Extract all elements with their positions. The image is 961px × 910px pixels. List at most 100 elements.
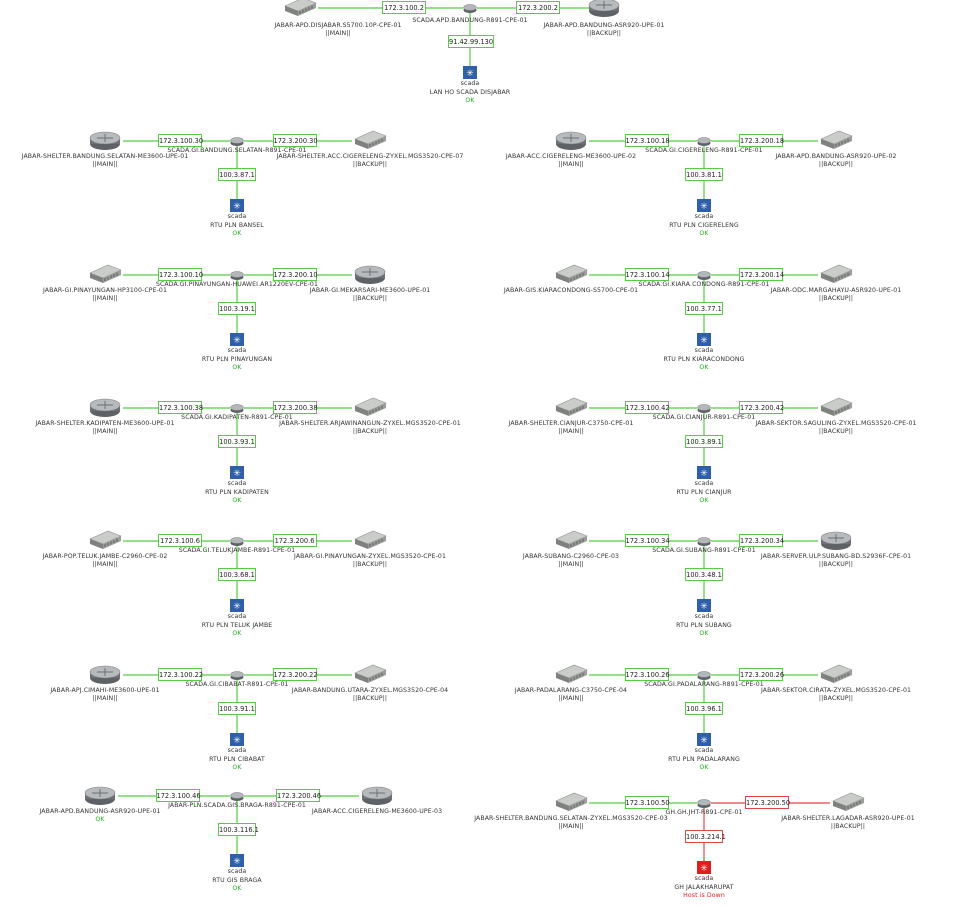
switch-icon[interactable] bbox=[820, 397, 853, 416]
backup-ip-box[interactable]: 172.3.200.18 bbox=[739, 134, 784, 147]
main-ip-box[interactable]: 172.3.100.14 bbox=[624, 268, 670, 281]
main-ip-box[interactable]: 172.3.100.6 bbox=[158, 534, 202, 547]
scada-icon[interactable]: ✳ bbox=[230, 854, 244, 867]
hub-router-icon[interactable] bbox=[697, 799, 711, 809]
hub-router-icon[interactable] bbox=[230, 271, 244, 281]
hub-name: SCADA.GI.KIARA.CONDONG-R891-CPE-01 bbox=[638, 281, 770, 288]
backup-ip-box[interactable]: 172.3.200.10 bbox=[272, 268, 318, 281]
scada-icon[interactable]: ✳ bbox=[230, 333, 244, 346]
downlink-ip-box[interactable]: 100.3.48.1 bbox=[685, 568, 723, 581]
router-icon[interactable] bbox=[89, 398, 121, 417]
backup-ip-box[interactable]: 172.3.200.42 bbox=[739, 401, 784, 414]
scada-icon[interactable]: ✳ bbox=[230, 599, 244, 612]
scada-icon[interactable]: ✳ bbox=[697, 861, 711, 874]
downlink-ip-box[interactable]: 100.3.116.1 bbox=[218, 823, 259, 836]
hub-router-icon[interactable] bbox=[463, 4, 477, 14]
hub-router-icon[interactable] bbox=[230, 671, 244, 681]
switch-icon[interactable] bbox=[555, 264, 588, 283]
switch-icon[interactable] bbox=[354, 664, 387, 683]
hub-router-icon[interactable] bbox=[697, 537, 711, 547]
hub-router-icon[interactable] bbox=[697, 404, 711, 414]
router-icon[interactable] bbox=[588, 0, 620, 17]
downlink-ip-box[interactable]: 100.3.93.1 bbox=[218, 435, 256, 448]
switch-icon[interactable] bbox=[354, 530, 387, 549]
hub-name: SCADA.GI.KADIPATEN-R891-CPE-01 bbox=[181, 414, 293, 421]
router-icon[interactable] bbox=[84, 786, 116, 805]
main-ip-box[interactable]: 172.3.100.2 bbox=[382, 1, 426, 14]
downlink-ip-box[interactable]: 100.3.96.1 bbox=[685, 702, 723, 715]
scada-icon[interactable]: ✳ bbox=[697, 466, 711, 479]
scada-icon[interactable]: ✳ bbox=[463, 66, 477, 79]
backup-ip-box[interactable]: 172.3.200.46 bbox=[276, 789, 321, 802]
router-icon[interactable] bbox=[89, 131, 121, 150]
router-icon[interactable] bbox=[555, 131, 587, 150]
downlink-ip-box[interactable]: 100.3.91.1 bbox=[218, 702, 256, 715]
right-device-name: JABAR-GI.MEKARSARI-ME3600-UPE-01 bbox=[309, 287, 431, 294]
switch-icon[interactable] bbox=[555, 664, 588, 683]
main-ip-box[interactable]: 172.3.100.30 bbox=[158, 134, 203, 147]
switch-icon[interactable] bbox=[832, 792, 865, 811]
main-ip-box[interactable]: 172.3.100.10 bbox=[158, 268, 203, 281]
scada-icon[interactable]: ✳ bbox=[230, 466, 244, 479]
scada-icon[interactable]: ✳ bbox=[697, 333, 711, 346]
downlink-ip-box[interactable]: 100.3.19.1 bbox=[218, 302, 256, 315]
downlink-ip-box[interactable]: 100.3.87.1 bbox=[218, 168, 256, 181]
scada-icon[interactable]: ✳ bbox=[230, 733, 244, 746]
backup-ip-box[interactable]: 172.3.200.38 bbox=[272, 401, 318, 414]
hub-router-icon[interactable] bbox=[697, 271, 711, 281]
backup-ip-box[interactable]: 172.3.200.50 bbox=[745, 796, 790, 809]
scada-icon[interactable]: ✳ bbox=[697, 733, 711, 746]
downlink-ip-box[interactable]: 100.3.68.1 bbox=[218, 568, 256, 581]
switch-icon[interactable] bbox=[555, 530, 588, 549]
downlink-ip-box[interactable]: 100.3.81.1 bbox=[685, 168, 723, 181]
backup-ip-box[interactable]: 172.3.200.26 bbox=[739, 668, 784, 681]
scada-icon[interactable]: ✳ bbox=[697, 599, 711, 612]
switch-icon[interactable] bbox=[820, 264, 853, 283]
downlink-ip-box[interactable]: 91.42.99.130 bbox=[448, 35, 494, 48]
switch-icon[interactable] bbox=[89, 530, 122, 549]
backup-ip-box[interactable]: 172.3.200.34 bbox=[739, 534, 784, 547]
router-icon[interactable] bbox=[89, 665, 121, 684]
switch-icon[interactable] bbox=[820, 130, 853, 149]
main-ip-box[interactable]: 172.3.100.46 bbox=[155, 789, 201, 802]
router-icon[interactable] bbox=[354, 265, 386, 284]
backup-ip-box[interactable]: 172.3.200.22 bbox=[272, 668, 318, 681]
hub-router-icon[interactable] bbox=[697, 671, 711, 681]
switch-icon[interactable] bbox=[354, 130, 387, 149]
hub-router-icon[interactable] bbox=[230, 792, 244, 802]
backup-ip-box[interactable]: 172.3.200.14 bbox=[739, 268, 784, 281]
downlink-ip-box[interactable]: 100.3.89.1 bbox=[685, 435, 723, 448]
main-ip-box[interactable]: 172.3.100.18 bbox=[624, 134, 670, 147]
right-device-tag: ||BACKUP|| bbox=[818, 161, 854, 168]
backup-ip-box[interactable]: 172.3.200.30 bbox=[272, 134, 318, 147]
switch-icon[interactable] bbox=[89, 264, 122, 283]
main-ip-box[interactable]: 172.3.100.22 bbox=[158, 668, 203, 681]
main-ip-box[interactable]: 172.3.100.38 bbox=[158, 401, 203, 414]
backup-ip-box[interactable]: 172.3.200.2 bbox=[516, 1, 560, 14]
hub-router-icon[interactable] bbox=[230, 137, 244, 147]
scada-icon[interactable]: ✳ bbox=[697, 199, 711, 212]
switch-icon[interactable] bbox=[284, 0, 317, 16]
node-status: OK bbox=[699, 364, 709, 371]
main-ip-box[interactable]: 172.3.100.50 bbox=[624, 796, 670, 809]
scada-icon[interactable]: ✳ bbox=[230, 199, 244, 212]
hub-router-icon[interactable] bbox=[230, 537, 244, 547]
svg-text:✳: ✳ bbox=[700, 736, 708, 746]
left-device-tag: ||MAIN|| bbox=[92, 561, 118, 568]
hub-router-icon[interactable] bbox=[697, 137, 711, 147]
backup-ip-box[interactable]: 172.3.200.6 bbox=[272, 534, 317, 547]
main-ip-box[interactable]: 172.3.100.42 bbox=[624, 401, 670, 414]
main-ip-box[interactable]: 172.3.100.34 bbox=[624, 534, 670, 547]
switch-icon[interactable] bbox=[555, 397, 588, 416]
switch-icon[interactable] bbox=[354, 397, 387, 416]
hub-router-icon[interactable] bbox=[230, 404, 244, 414]
downlink-ip-box[interactable]: 100.3.77.1 bbox=[685, 302, 723, 315]
hub-name: GH.GH.JHT-R891-CPE-01 bbox=[665, 809, 743, 816]
switch-icon[interactable] bbox=[555, 792, 588, 811]
main-ip-box[interactable]: 172.3.100.26 bbox=[624, 668, 670, 681]
router-icon[interactable] bbox=[820, 531, 852, 550]
downlink-ip-box[interactable]: 100.3.214.1 bbox=[685, 830, 726, 843]
switch-icon[interactable] bbox=[820, 664, 853, 683]
router-icon[interactable] bbox=[361, 786, 393, 805]
left-device-name: JABAR-PADALARANG-C3750-CPE-04 bbox=[514, 687, 628, 694]
